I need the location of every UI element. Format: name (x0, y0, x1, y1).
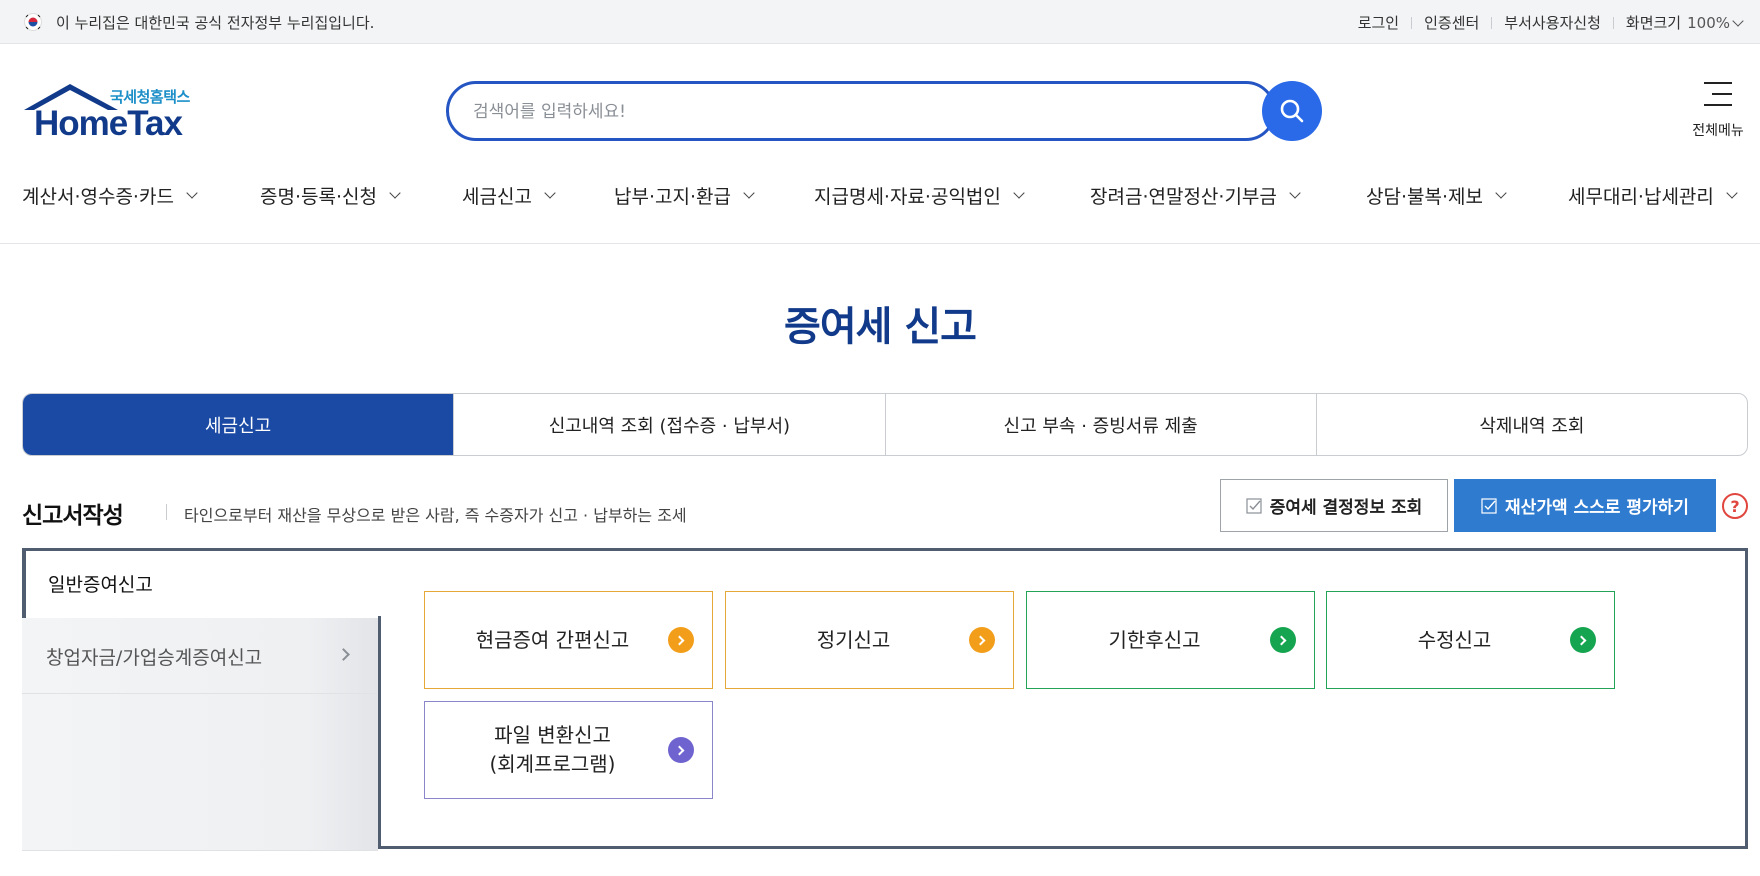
chevron-right-icon (337, 648, 350, 661)
gov-banner: 이 누리집은 대한민국 공식 전자정부 누리집입니다. 로그인 인증센터 부서사… (0, 0, 1760, 44)
tab-bar: 세금신고 신고내역 조회 (접수증 · 납부서) 신고 부속 · 증빙서류 제출… (22, 393, 1748, 456)
gnb-label: 상담·불복·제보 (1366, 186, 1483, 208)
cert-center-link[interactable]: 인증센터 (1424, 12, 1479, 33)
amended-report-card[interactable]: 수정신고 (1326, 591, 1615, 689)
chevron-down-icon (1013, 187, 1025, 199)
gnb-label: 증명·등록·신청 (260, 186, 377, 208)
panel-left-border (378, 616, 381, 849)
side-menu-label: 창업자금/가업승계증여신고 (46, 647, 263, 669)
gnb-label: 납부·고지·환급 (614, 186, 731, 208)
chevron-right-icon (1570, 627, 1596, 653)
cash-gift-simple-report-card[interactable]: 현금증여 간편신고 (424, 591, 713, 689)
search-button[interactable] (1262, 81, 1322, 141)
decision-info-button[interactable]: 증여세 결정정보 조회 (1220, 479, 1448, 532)
gnb-item-payment[interactable]: 납부·고지·환급 (614, 182, 755, 209)
hometax-logo[interactable]: 국세청홈택스 HomeTax (22, 82, 202, 143)
help-icon[interactable]: ? (1722, 493, 1748, 519)
tab-tax-report[interactable]: 세금신고 (23, 394, 455, 455)
global-nav: 계산서·영수증·카드 증명·등록·신청 세금신고 납부·고지·환급 지급명세·자… (0, 170, 1760, 244)
regular-report-card[interactable]: 정기신고 (725, 591, 1014, 689)
card-label-line2: (회계프로그램) (489, 752, 616, 776)
side-menu-startup-gift[interactable]: 창업자금/가업승계증여신고 (22, 620, 378, 694)
checkbox-icon (1246, 497, 1262, 514)
search-icon (1280, 99, 1304, 123)
side-menu-general-gift[interactable]: 일반증여신고 (22, 548, 380, 618)
logo-title: HomeTax (34, 104, 183, 143)
screen-size-label: 화면크기 (1625, 14, 1682, 32)
chevron-down-icon (1495, 187, 1507, 199)
chevron-down-icon (1289, 187, 1301, 199)
hamburger-icon (1704, 82, 1732, 115)
chevron-right-icon (668, 627, 694, 653)
file-conversion-report-card[interactable]: 파일 변환신고 (회계프로그램) (424, 701, 713, 799)
all-menu-button[interactable]: 전체메뉴 (1686, 80, 1750, 142)
late-report-card[interactable]: 기한후신고 (1026, 591, 1315, 689)
gnb-item-tax-agent[interactable]: 세무대리·납세관리 (1568, 182, 1738, 209)
divider (22, 850, 378, 851)
self-evaluate-label: 재산가액 스스로 평가하기 (1505, 498, 1689, 518)
card-label: 기한후신고 (1108, 627, 1201, 652)
divider (1411, 16, 1413, 29)
decision-info-label: 증여세 결정정보 조회 (1269, 498, 1423, 518)
chevron-down-icon (186, 187, 198, 199)
section-title: 신고서작성 (22, 503, 124, 529)
checkbox-icon (1481, 497, 1497, 514)
card-label: 정기신고 (816, 627, 891, 652)
gnb-item-statement[interactable]: 지급명세·자료·공익법인 (814, 182, 1025, 209)
card-label: 현금증여 간편신고 (475, 627, 630, 652)
divider (1612, 16, 1614, 29)
divider (1491, 16, 1493, 29)
chevron-right-icon (668, 737, 694, 763)
gnb-label: 장려금·연말정산·기부금 (1090, 186, 1277, 208)
section-description: 타인으로부터 재산을 무상으로 받은 사람, 즉 수증자가 신고 · 납부하는 … (184, 506, 687, 525)
search-input[interactable] (473, 99, 1153, 125)
login-link[interactable]: 로그인 (1358, 12, 1399, 33)
gnb-item-certificate[interactable]: 증명·등록·신청 (260, 182, 401, 209)
chevron-right-icon (1270, 627, 1296, 653)
page-title: 증여세 신고 (784, 304, 977, 350)
chevron-down-icon (1726, 187, 1738, 199)
divider (166, 504, 167, 520)
gov-banner-text: 이 누리집은 대한민국 공식 전자정부 누리집입니다. (56, 14, 375, 32)
chevron-down-icon (743, 187, 755, 199)
chevron-down-icon (389, 187, 401, 199)
gnb-label: 세금신고 (462, 186, 532, 208)
dept-user-link[interactable]: 부서사용자신청 (1504, 12, 1601, 33)
tab-deleted-history[interactable]: 삭제내역 조회 (1317, 394, 1747, 455)
korea-flag-icon (24, 13, 42, 31)
gnb-label: 지급명세·자료·공익법인 (814, 186, 1001, 208)
all-menu-label: 전체메뉴 (1692, 123, 1744, 139)
panel-top-border (22, 548, 1748, 551)
gnb-item-invoice[interactable]: 계산서·영수증·카드 (22, 182, 198, 209)
chevron-right-icon (969, 627, 995, 653)
gnb-item-consulting[interactable]: 상담·불복·제보 (1366, 182, 1507, 209)
card-label-line1: 파일 변환신고 (494, 723, 611, 747)
chevron-down-icon[interactable] (1732, 14, 1744, 27)
screen-size-select[interactable]: 100% (1687, 14, 1730, 32)
tab-report-history[interactable]: 신고내역 조회 (접수증 · 납부서) (454, 394, 886, 455)
card-label: 파일 변환신고 (회계프로그램) (425, 721, 668, 779)
self-evaluate-button[interactable]: 재산가액 스스로 평가하기 (1454, 479, 1716, 532)
gnb-label: 세무대리·납세관리 (1568, 186, 1714, 208)
gnb-item-incentive[interactable]: 장려금·연말정산·기부금 (1090, 182, 1301, 209)
card-label: 수정신고 (1417, 627, 1492, 652)
gnb-label: 계산서·영수증·카드 (22, 186, 174, 208)
search-box (446, 81, 1276, 141)
utility-nav: 로그인 인증센터 부서사용자신청 화면크기 100% (1358, 12, 1744, 33)
chevron-down-icon (544, 187, 556, 199)
gnb-item-tax-report[interactable]: 세금신고 (462, 182, 556, 209)
tab-document-submit[interactable]: 신고 부속 · 증빙서류 제출 (886, 394, 1317, 455)
